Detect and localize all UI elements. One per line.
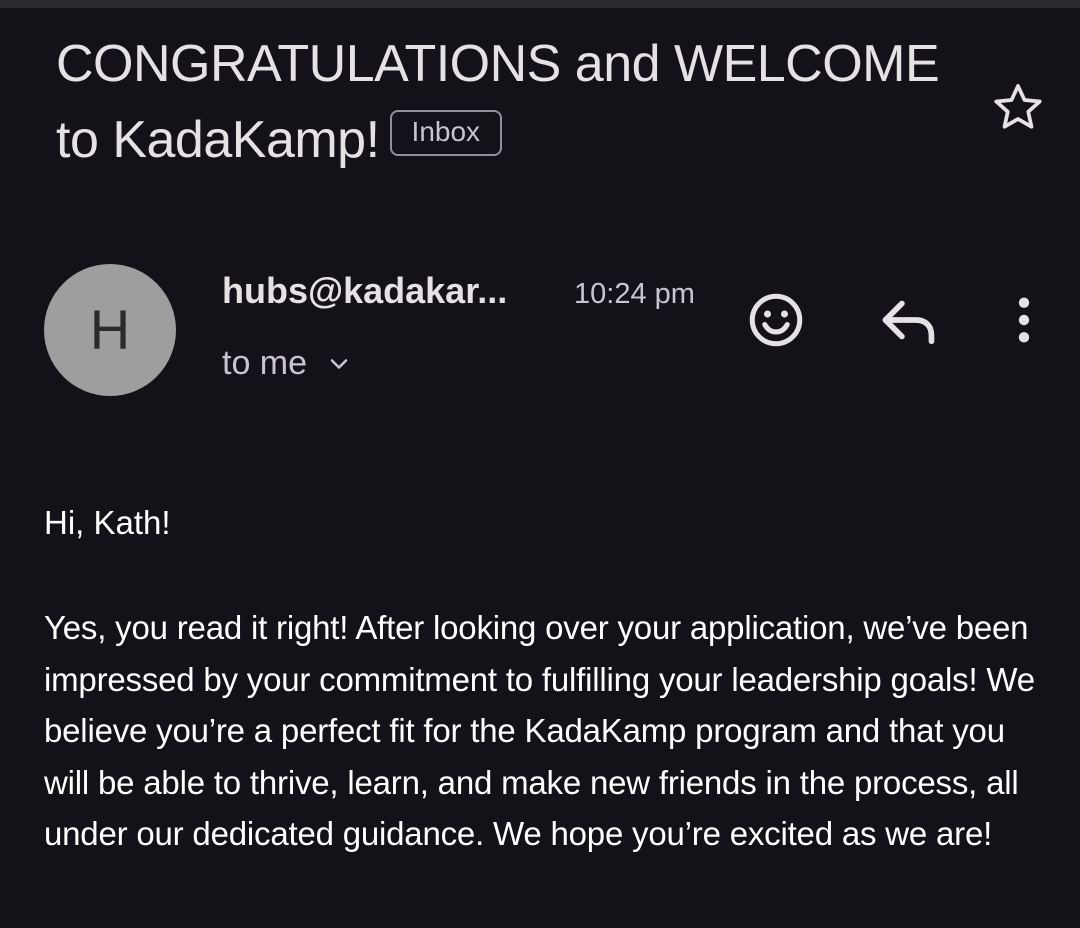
sender-address[interactable]: hubs@kadakar... bbox=[222, 270, 507, 312]
sender-avatar[interactable]: H bbox=[44, 264, 176, 396]
status-bar bbox=[0, 0, 1080, 8]
more-vert-icon[interactable] bbox=[1004, 294, 1044, 346]
recipient-details-toggle[interactable]: to me bbox=[222, 344, 353, 383]
star-icon[interactable] bbox=[988, 78, 1048, 138]
inbox-label-badge[interactable]: Inbox bbox=[389, 110, 503, 157]
emoji-icon[interactable] bbox=[746, 290, 806, 350]
email-subject: CONGRATULATIONS and WELCOME to KadaKamp!… bbox=[56, 26, 956, 178]
email-body: Yes, you read it right! After looking ov… bbox=[44, 609, 1035, 852]
received-time: 10:24 pm bbox=[574, 278, 695, 310]
reply-icon[interactable] bbox=[878, 294, 940, 346]
email-greeting: Hi, Kath! bbox=[44, 504, 171, 541]
chevron-down-icon bbox=[330, 358, 348, 369]
recipient-label: to me bbox=[222, 344, 308, 382]
